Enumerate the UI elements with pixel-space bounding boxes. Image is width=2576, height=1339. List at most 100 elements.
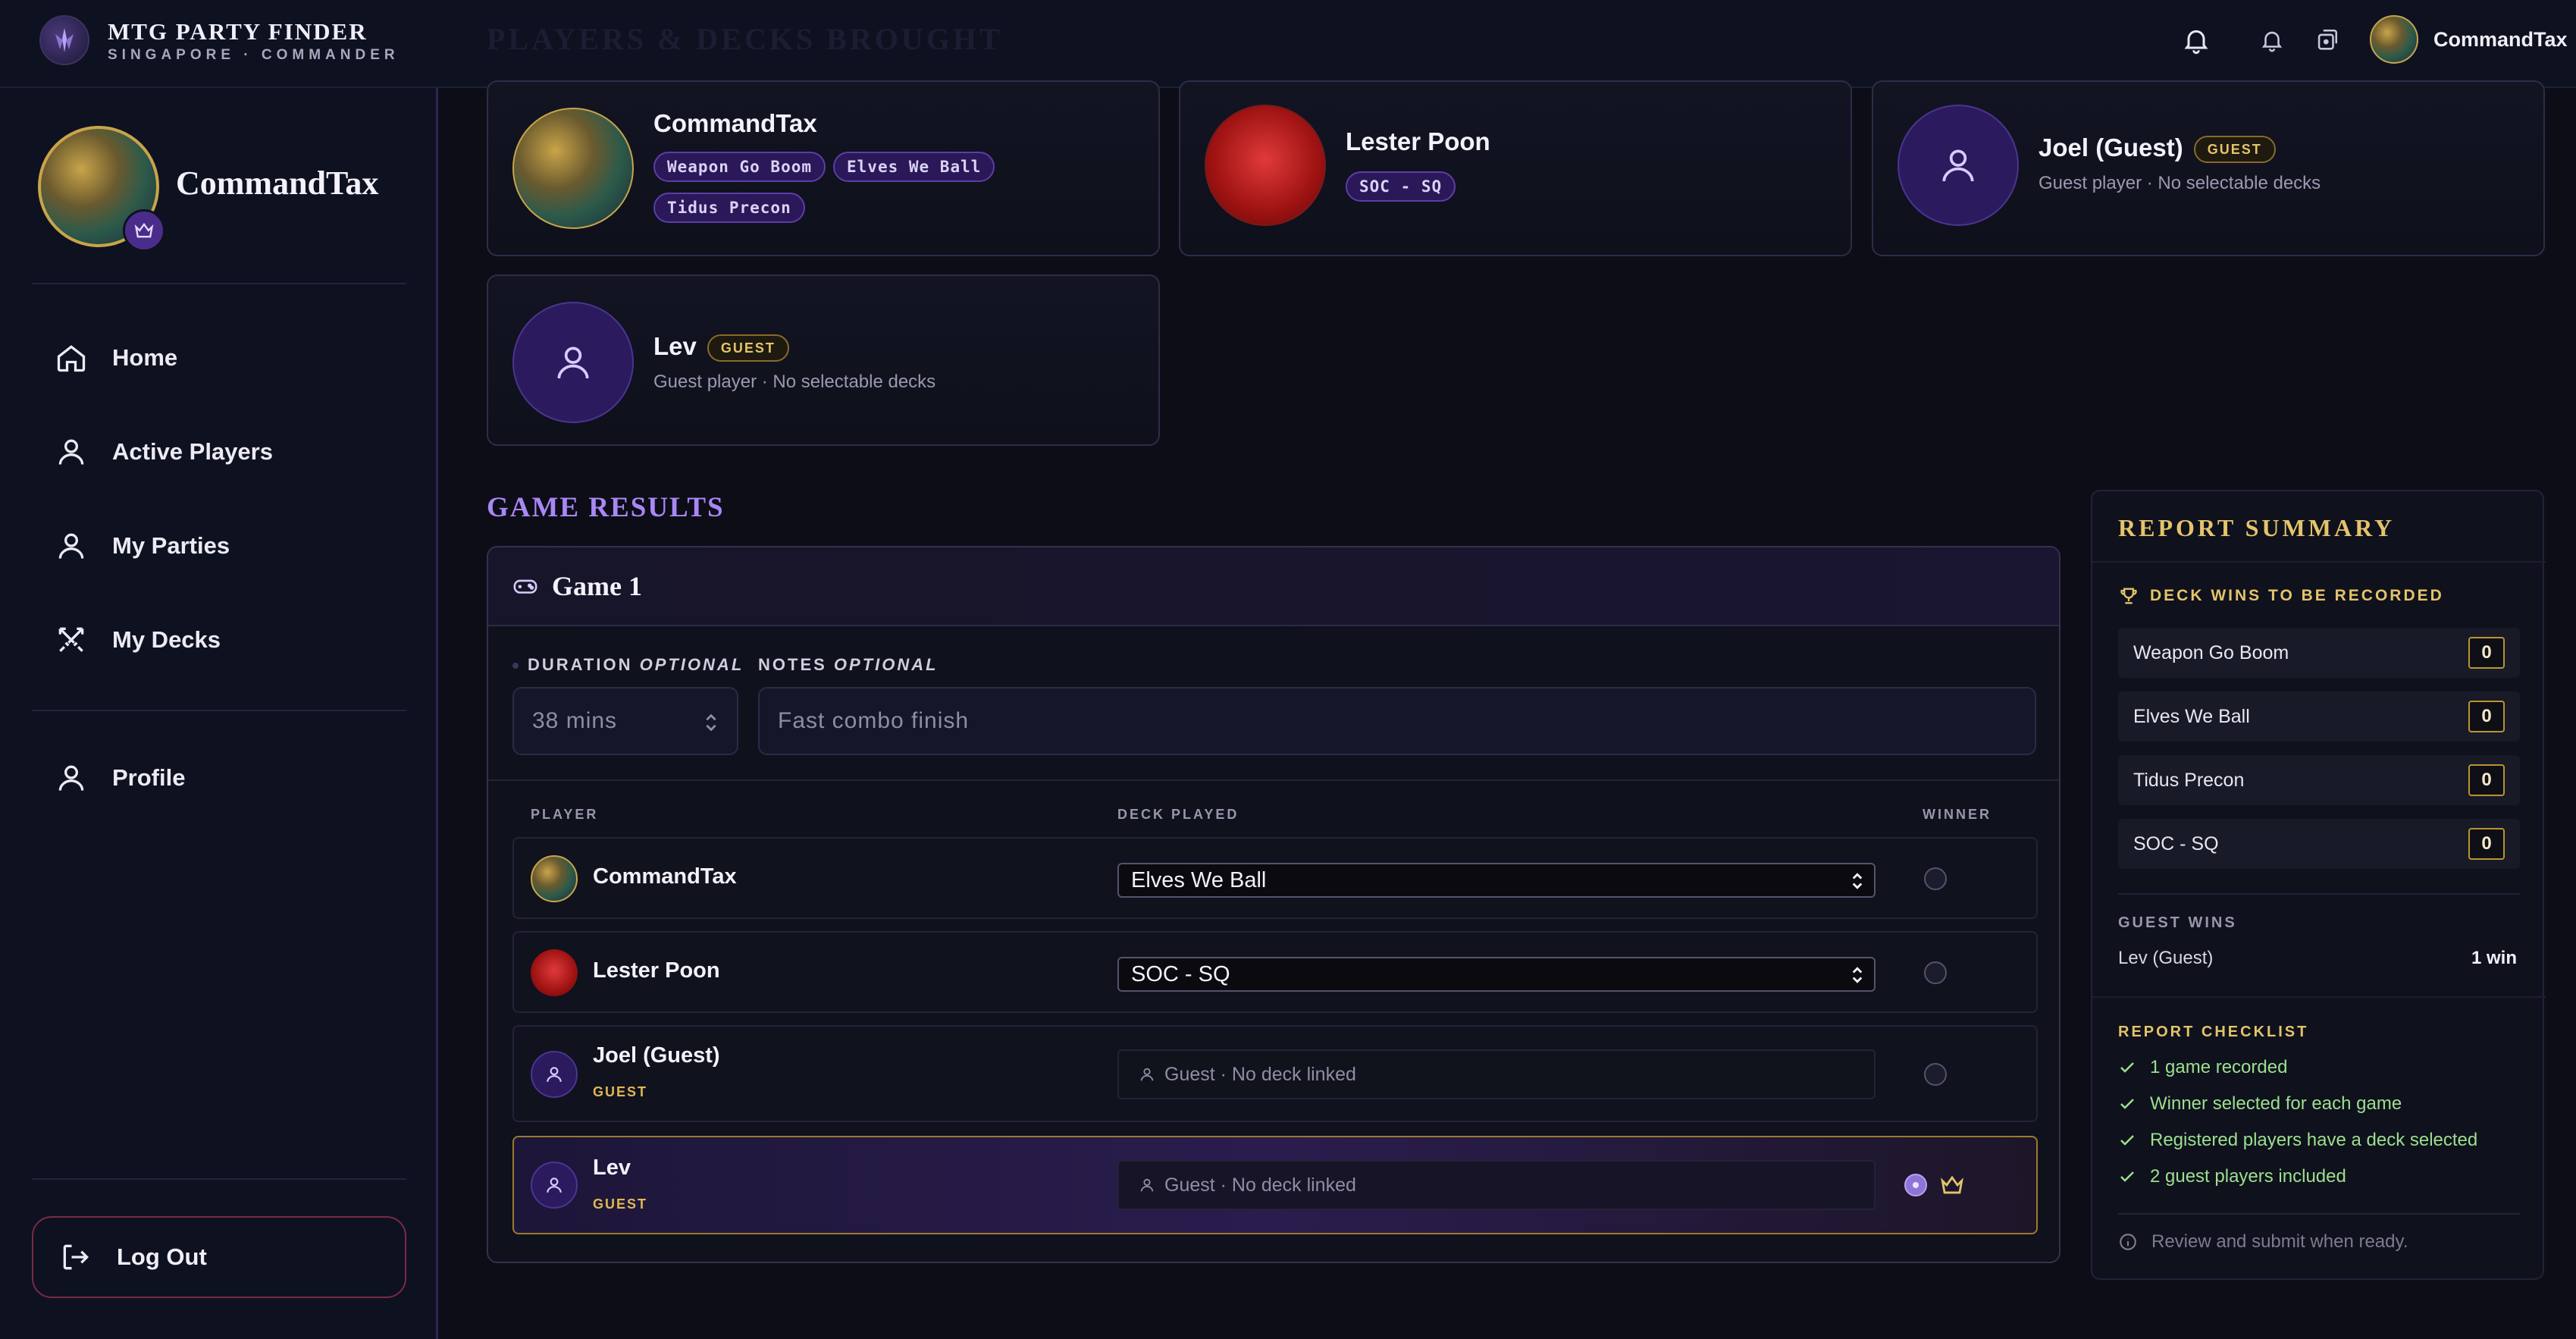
- guest-win-count: 1 win: [2471, 948, 2517, 968]
- dice-icon[interactable]: [2308, 21, 2346, 59]
- user-icon: [1140, 1068, 1154, 1081]
- deck-chip[interactable]: Tidus Precon: [653, 193, 805, 223]
- guest-win-name: Lev (Guest): [2118, 948, 2214, 968]
- user-icon: [58, 439, 84, 465]
- player-name: Lev: [653, 332, 697, 360]
- player-avatar: [531, 855, 578, 902]
- player-card[interactable]: Lev GUEST Guest player · No selectable de…: [487, 274, 1160, 446]
- col-header-player: PLAYER: [531, 807, 599, 822]
- deck-chip[interactable]: Elves We Ball: [833, 152, 995, 182]
- game-card: Game 1 DURATION OPTIONAL NOTES OPTIONAL …: [487, 546, 2060, 1263]
- sidebar-item-home[interactable]: Home: [55, 335, 177, 381]
- check-icon: [2120, 1099, 2134, 1109]
- brand-subtitle: SINGAPORE · COMMANDER: [108, 47, 400, 63]
- sidebar: CommandTax Home Active Players My Partie…: [0, 88, 438, 1339]
- deck-win-count: 0: [2468, 764, 2505, 796]
- guest-avatar: [531, 1162, 578, 1209]
- sidebar-item-profile[interactable]: Profile: [55, 755, 185, 801]
- divider: [2092, 996, 2546, 998]
- sidebar-item-label: Active Players: [112, 438, 273, 465]
- deck-wins-heading: DECK WINS TO BE RECORDED: [2118, 585, 2444, 607]
- gamepad-icon: [513, 579, 537, 594]
- deck-select[interactable]: Elves We Ball: [1117, 863, 1876, 898]
- player-subtitle: Guest player · No selectable decks: [2039, 173, 2321, 193]
- check-icon: [2120, 1062, 2134, 1073]
- player-name: CommandTax: [593, 864, 737, 889]
- sidebar-divider: [32, 710, 406, 711]
- col-header-deck: DECK PLAYED: [1117, 807, 1239, 822]
- sidebar-item-label: My Decks: [112, 626, 221, 653]
- user-menu[interactable]: CommandTax: [2370, 15, 2568, 64]
- guest-wins-heading: GUEST WINS: [2118, 914, 2237, 931]
- guest-badge: GUEST: [707, 334, 789, 362]
- notifications-bell-icon[interactable]: [2177, 21, 2215, 59]
- check-icon: [2120, 1135, 2134, 1146]
- select-chevron-icon: [1852, 873, 1863, 889]
- player-avatar: [512, 108, 634, 229]
- sidebar-item-label: My Parties: [112, 532, 230, 559]
- player-subtitle: Guest player · No selectable decks: [653, 372, 936, 392]
- notes-label: NOTES OPTIONAL: [758, 655, 939, 674]
- checklist-item: Winner selected for each game: [2118, 1093, 2402, 1115]
- deck-win-count: 0: [2468, 828, 2505, 860]
- profile-name: CommandTax: [176, 165, 379, 202]
- guest-badge: GUEST: [2193, 136, 2276, 164]
- deck-chip[interactable]: Weapon Go Boom: [653, 152, 826, 182]
- guest-deck-field: Guest · No deck linked: [1117, 1049, 1876, 1099]
- user-icon: [1140, 1178, 1154, 1192]
- winner-radio-selected[interactable]: [1904, 1174, 1927, 1196]
- notes-input[interactable]: Fast combo finish: [758, 687, 2036, 755]
- user-avatar: [2370, 15, 2418, 64]
- player-card[interactable]: Lester Poon SOC - SQ: [1179, 80, 1852, 256]
- logout-icon: [63, 1244, 89, 1270]
- table-row: Lev GUEST Guest · No deck linked: [512, 1136, 2038, 1234]
- report-summary-panel: REPORT SUMMARY DECK WINS TO BE RECORDED …: [2091, 490, 2546, 1280]
- user-name: CommandTax: [2433, 27, 2568, 51]
- logout-label: Log Out: [117, 1243, 207, 1270]
- checklist-item: 2 guest players included: [2118, 1166, 2346, 1187]
- player-name: Lev: [593, 1156, 631, 1180]
- home-icon: [57, 345, 86, 372]
- game-header: Game 1: [488, 547, 2059, 626]
- sidebar-item-my-parties[interactable]: My Parties: [55, 523, 230, 569]
- crown-badge-icon: [123, 209, 165, 252]
- checklist-item: 1 game recorded: [2118, 1057, 2287, 1078]
- report-summary-title: REPORT SUMMARY: [2118, 514, 2396, 541]
- player-card[interactable]: CommandTax Weapon Go Boom Elves We Ball Ti…: [487, 80, 1160, 256]
- player-avatar: [531, 949, 578, 996]
- duration-label: DURATION OPTIONAL: [512, 655, 744, 675]
- checklist-heading: REPORT CHECKLIST: [2118, 1024, 2309, 1040]
- sidebar-item-active-players[interactable]: Active Players: [55, 429, 273, 475]
- stepper-icon: [706, 713, 716, 732]
- player-avatar: [1205, 105, 1326, 226]
- logout-button[interactable]: Log Out: [32, 1216, 406, 1298]
- deck-chip-list: Weapon Go Boom Elves We Ball Tidus Precon: [653, 152, 1108, 234]
- deck-select[interactable]: SOC - SQ: [1117, 957, 1876, 992]
- deck-chip[interactable]: SOC - SQ: [1346, 171, 1456, 202]
- duration-input[interactable]: 38 mins: [512, 687, 738, 755]
- player-name: CommandTax: [653, 109, 817, 137]
- game-title: Game 1: [552, 571, 642, 601]
- deck-win-count: 0: [2468, 701, 2505, 732]
- deck-win-row: Weapon Go Boom 0: [2118, 628, 2520, 678]
- checklist-item: Registered players have a deck selected: [2118, 1130, 2477, 1151]
- select-chevron-icon: [1852, 967, 1863, 983]
- sidebar-item-my-decks[interactable]: My Decks: [55, 617, 221, 663]
- player-card[interactable]: Joel (Guest) GUEST Guest player · No sele…: [1872, 80, 2545, 256]
- deck-chip-list: SOC - SQ: [1346, 171, 1463, 212]
- swords-icon: [58, 627, 84, 652]
- winner-radio[interactable]: [1924, 867, 1947, 890]
- review-note: Review and submit when ready.: [2118, 1231, 2408, 1253]
- alerts-bell-icon[interactable]: [2253, 21, 2291, 59]
- top-bar: MTG PARTY FINDER SINGAPORE · COMMANDER P…: [0, 0, 2576, 88]
- brand-logo[interactable]: [39, 15, 89, 65]
- sidebar-divider: [32, 283, 406, 284]
- winner-radio[interactable]: [1924, 961, 1947, 984]
- user-icon: [547, 1178, 562, 1193]
- user-icon: [58, 533, 84, 559]
- trophy-icon: [2120, 588, 2137, 604]
- sidebar-item-label: Home: [112, 344, 178, 371]
- player-name-row: Joel (Guest) GUEST: [2039, 133, 2276, 164]
- guest-avatar: [1898, 105, 2019, 226]
- winner-radio[interactable]: [1924, 1063, 1947, 1086]
